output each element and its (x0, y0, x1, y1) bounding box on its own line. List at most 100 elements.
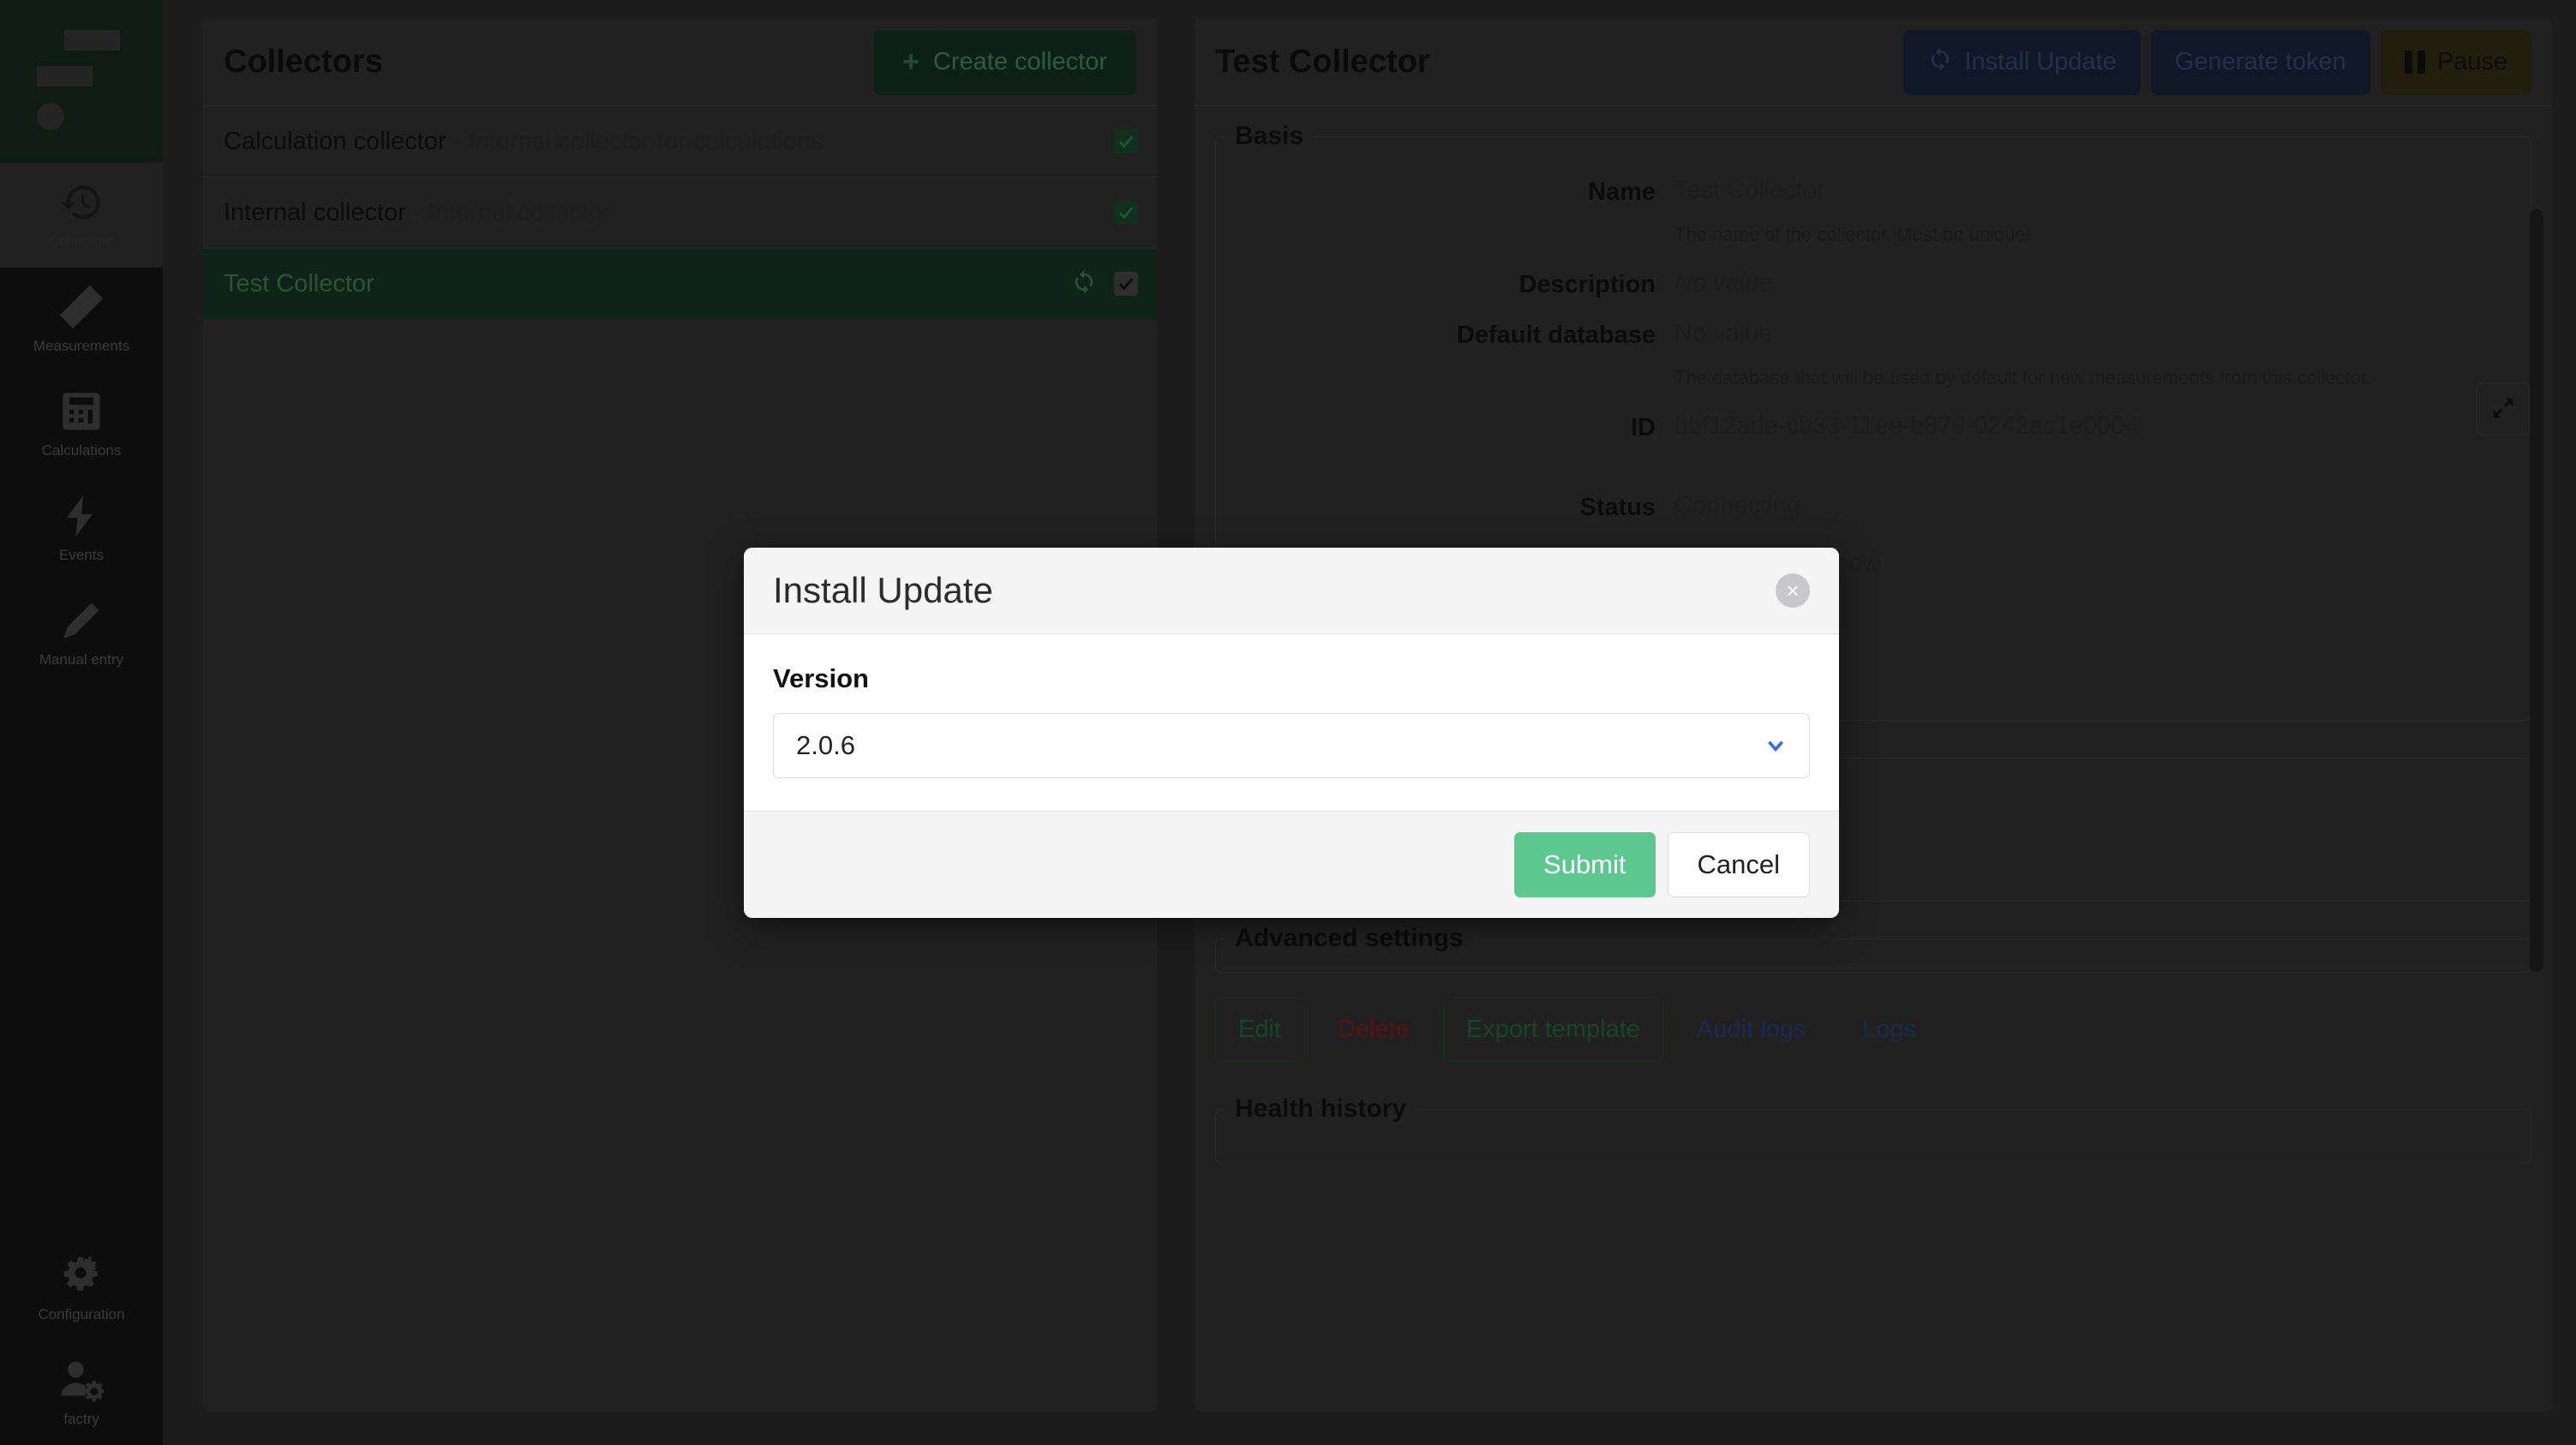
pause-button[interactable]: Pause (2380, 29, 2531, 95)
sidebar-item-account[interactable]: factry (0, 1340, 163, 1445)
collector-row-text: Test Collector (224, 270, 374, 298)
sidebar-item-configuration[interactable]: Configuration (0, 1236, 163, 1340)
sidebar: Collectors Measurements Calculations Eve… (0, 0, 163, 1445)
health-history-legend: Health history (1235, 1094, 1407, 1123)
lightning-icon (59, 494, 104, 538)
page-title: Collectors (224, 44, 383, 80)
field-description: Description No value (1216, 269, 2531, 299)
table-row[interactable]: Calculation collector - Internal collect… (203, 106, 1157, 177)
generate-token-button[interactable]: Generate token (2150, 29, 2370, 95)
user-gear-icon (59, 1358, 104, 1402)
logo-bar-bottom (37, 66, 93, 87)
export-template-button[interactable]: Export template (1442, 997, 1663, 1062)
close-icon[interactable]: × (1776, 573, 1810, 608)
version-label: Version (773, 663, 869, 693)
chevron-down-icon (1764, 734, 1787, 757)
field-label: Description (1519, 271, 1656, 298)
collector-name: Internal collector (224, 198, 406, 226)
enabled-check-icon[interactable] (1114, 272, 1138, 296)
sync-icon[interactable] (1071, 269, 1097, 299)
install-update-label: Install Update (1964, 48, 2117, 75)
enabled-check-icon[interactable] (1114, 201, 1138, 225)
submit-button[interactable]: Submit (1514, 832, 1656, 897)
field-value: bbf12ade-cb33-11ee-b87d-0242ac1e0004 (1674, 412, 2139, 440)
row-icons (1071, 269, 1138, 299)
pen-icon (59, 598, 104, 643)
app-root: Collectors Measurements Calculations Eve… (0, 0, 2576, 1445)
generate-token-label: Generate token (2174, 48, 2346, 75)
expand-button[interactable] (2477, 382, 2530, 435)
advanced-settings-legend: Advanced settings (1235, 924, 1464, 952)
field-value: No value (1674, 320, 1773, 347)
field-value-block: No value The database that will be used … (1674, 320, 2531, 392)
collector-name: Calculation collector (224, 127, 446, 155)
modal-title: Install Update (773, 570, 993, 610)
edit-button[interactable]: Edit (1215, 997, 1304, 1062)
sidebar-item-events[interactable]: Events (0, 477, 163, 581)
install-update-modal: Install Update × Version 2.0.6 Submit Ca… (744, 548, 1839, 918)
field-label: Default database (1456, 321, 1656, 349)
plus-icon: + (902, 45, 920, 78)
row-icons (1114, 129, 1138, 153)
version-select-value: 2.0.6 (796, 730, 855, 760)
version-select[interactable]: 2.0.6 (773, 713, 1810, 778)
table-row-selected[interactable]: Test Collector (203, 249, 1157, 320)
cancel-button[interactable]: Cancel (1667, 832, 1810, 897)
enabled-check-icon[interactable] (1114, 129, 1138, 153)
field-label: Name (1588, 178, 1656, 206)
expand-arrows-icon (2490, 395, 2516, 423)
detail-header-actions: Install Update Generate token Pause (1902, 29, 2531, 95)
sidebar-item-label: factry (63, 1411, 99, 1427)
field-label: ID (1631, 414, 1656, 441)
sync-icon (1927, 46, 1953, 79)
gears-icon (59, 1253, 104, 1298)
field-status: Status Connecting (1216, 492, 2531, 522)
collector-sep: - (446, 127, 469, 155)
ruler-icon (59, 285, 104, 329)
sidebar-item-measurements[interactable]: Measurements (0, 267, 163, 372)
history-icon (59, 180, 104, 225)
app-logo[interactable] (0, 0, 163, 163)
modal-body: Version 2.0.6 (744, 634, 1839, 811)
field-help: The database that will be used by defaul… (1674, 367, 2372, 388)
collector-row-text: Internal collector - Internal collector (224, 199, 610, 227)
sidebar-item-label: Events (59, 547, 104, 563)
health-history-section: Health history (1215, 1094, 2531, 1164)
field-label: Status (1579, 494, 1656, 521)
field-value: Connecting (1674, 492, 1800, 519)
field-id: ID bbf12ade-cb33-11ee-b87d-0242ac1e0004 (1216, 412, 2531, 442)
field-value-block: Test Collector The name of the collector… (1674, 177, 2531, 249)
sidebar-item-label: Measurements (33, 338, 130, 354)
calculator-icon (59, 389, 104, 434)
table-row[interactable]: Internal collector - Internal collector (203, 177, 1157, 249)
sidebar-item-label: Manual entry (39, 651, 124, 668)
sidebar-item-calculations[interactable]: Calculations (0, 372, 163, 477)
row-icons (1114, 201, 1138, 225)
collector-row-text: Calculation collector - Internal collect… (224, 128, 824, 156)
pause-label: Pause (2436, 48, 2507, 75)
pause-icon (2404, 51, 2425, 74)
modal-footer: Submit Cancel (744, 811, 1839, 918)
delete-button[interactable]: Delete (1315, 997, 1433, 1062)
field-value: No value (1674, 269, 1773, 297)
basis-legend: Basis (1235, 122, 1304, 150)
field-name: Name Test Collector The name of the coll… (1216, 177, 2531, 249)
field-value: Test Collector (1674, 177, 1825, 204)
sidebar-item-label: Collectors (49, 233, 114, 249)
collector-sep: - (405, 198, 428, 226)
create-collector-button[interactable]: + Create collector (873, 29, 1136, 95)
create-collector-label: Create collector (932, 48, 1107, 75)
field-default-database: Default database No value The database t… (1216, 320, 2531, 392)
logo-dot (37, 103, 64, 130)
detail-scrollbar[interactable] (2530, 209, 2543, 972)
sidebar-item-collectors[interactable]: Collectors (0, 163, 163, 267)
detail-header: Test Collector Install Update Generate t… (1195, 19, 2552, 106)
collector-description: Internal collector for calculations (468, 127, 824, 155)
audit-logs-button[interactable]: Audit logs (1674, 997, 1829, 1062)
logs-button[interactable]: Logs (1839, 997, 1939, 1062)
detail-title: Test Collector (1215, 44, 1430, 80)
sidebar-item-label: Configuration (38, 1306, 125, 1322)
install-update-button[interactable]: Install Update (1902, 29, 2141, 95)
sidebar-item-manual-entry[interactable]: Manual entry (0, 581, 163, 686)
